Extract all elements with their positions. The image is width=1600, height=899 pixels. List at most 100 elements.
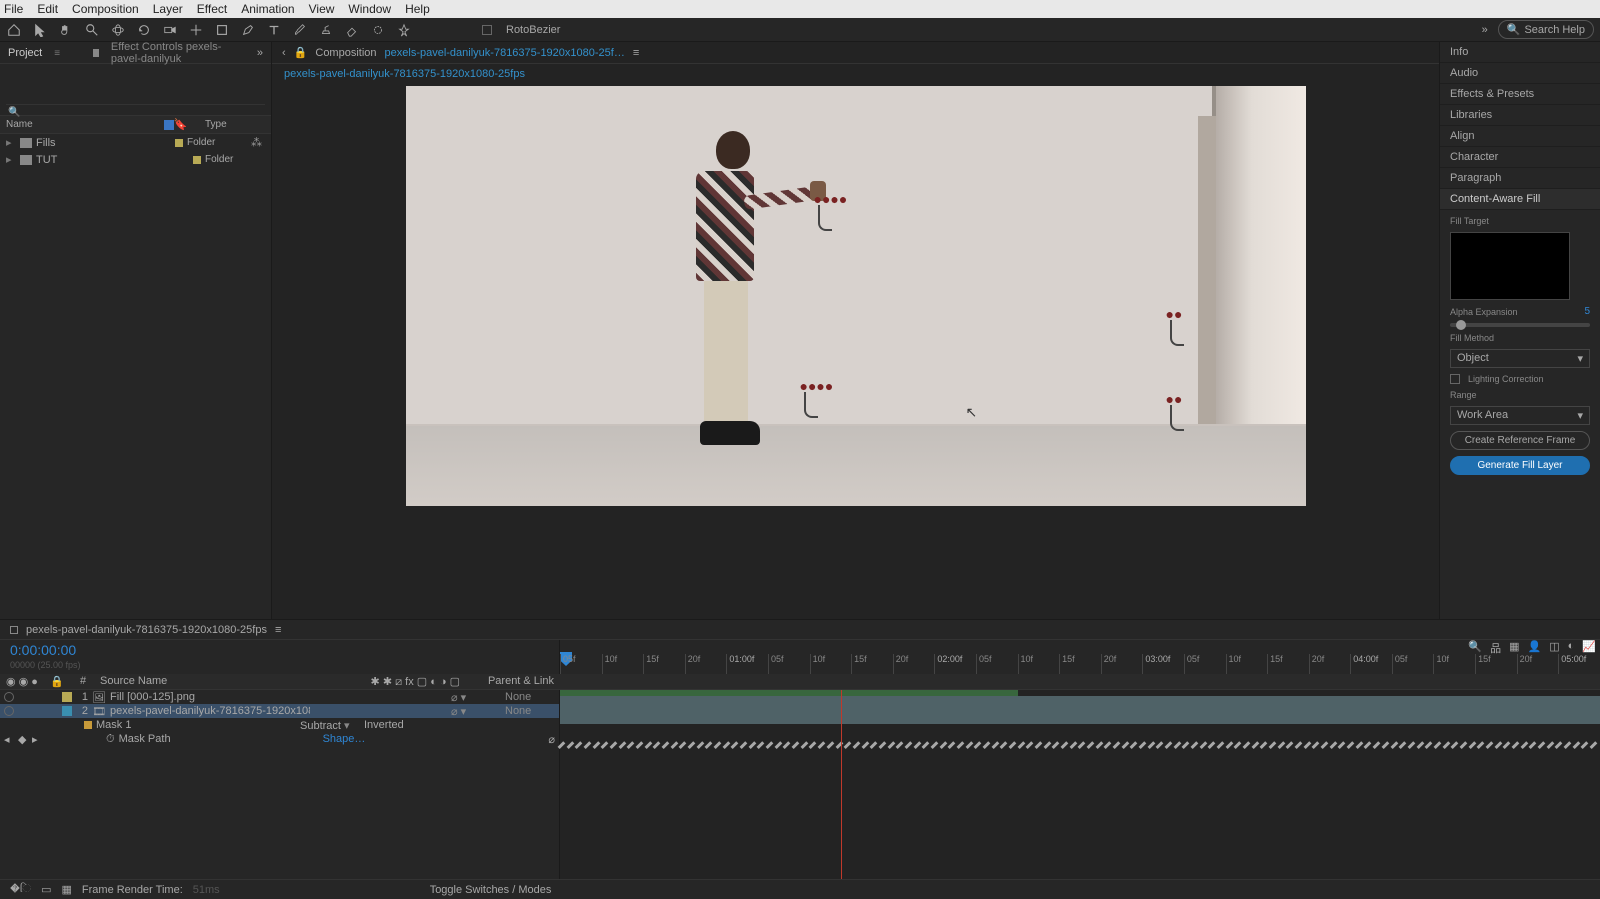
- panel-align[interactable]: Align: [1440, 126, 1600, 147]
- keyframe-diamond-icon[interactable]: [974, 741, 982, 749]
- label-color-icon[interactable]: [193, 156, 201, 164]
- keyframe-diamond-icon[interactable]: [1147, 741, 1155, 749]
- keyframe-diamond-icon[interactable]: [757, 741, 765, 749]
- keyframe-diamond-icon[interactable]: [1234, 741, 1242, 749]
- track-area[interactable]: [560, 690, 1600, 879]
- keyframe-diamond-icon[interactable]: [1130, 741, 1138, 749]
- keyframe-track[interactable]: [560, 738, 1600, 752]
- keyframe-diamond-icon[interactable]: [575, 741, 583, 749]
- visibility-toggle-icon[interactable]: [4, 706, 14, 716]
- ruler-tick[interactable]: 03:00f: [1142, 654, 1184, 674]
- toggle-switches-modes[interactable]: Toggle Switches / Modes: [430, 884, 552, 896]
- keyframe-diamond-icon[interactable]: [1251, 741, 1259, 749]
- keyframe-diamond-icon[interactable]: [618, 741, 626, 749]
- comp-flow-name[interactable]: pexels-pavel-danilyuk-7816375-1920x1080-…: [284, 68, 525, 80]
- ruler-tick[interactable]: 15f: [1475, 654, 1517, 674]
- keyframe-diamond-icon[interactable]: [1035, 741, 1043, 749]
- render-queue-icon[interactable]: [10, 626, 18, 634]
- timeline-tab-menu-icon[interactable]: ≡: [275, 624, 281, 636]
- composition-viewer[interactable]: ●●●● ●●●● ●● ●● ↖: [406, 86, 1306, 506]
- source-name-header[interactable]: Source Name: [100, 675, 167, 689]
- keyframe-diamond-icon[interactable]: [1078, 741, 1086, 749]
- keyframe-diamond-icon[interactable]: [1303, 741, 1311, 749]
- tab-project[interactable]: Project: [8, 47, 42, 59]
- caf-alpha-slider[interactable]: [1450, 323, 1590, 327]
- layer-name[interactable]: pexels-pavel-danilyuk-7816375-1920x1080-…: [110, 705, 310, 717]
- playhead-line[interactable]: [841, 690, 842, 879]
- keyframe-diamond-icon[interactable]: [1425, 741, 1433, 749]
- keyframe-diamond-icon[interactable]: [1546, 741, 1554, 749]
- ruler-tick[interactable]: 20f: [1101, 654, 1143, 674]
- time-ruler[interactable]: 05f10f15f20f01:00f05f10f15f20f02:00f05f1…: [560, 654, 1600, 674]
- keyframe-diamond-icon[interactable]: [1139, 741, 1147, 749]
- stopwatch-icon[interactable]: ⏱: [106, 733, 115, 746]
- keyframe-diamond-icon[interactable]: [1295, 741, 1303, 749]
- keyframe-diamond-icon[interactable]: [1286, 741, 1294, 749]
- workspace-chevrons-icon[interactable]: »: [1482, 24, 1488, 36]
- keyframe-diamond-icon[interactable]: [1338, 741, 1346, 749]
- keyframe-diamond-icon[interactable]: [714, 741, 722, 749]
- ruler-tick[interactable]: 15f: [1059, 654, 1101, 674]
- panel-effects-presets[interactable]: Effects & Presets: [1440, 84, 1600, 105]
- keyframe-diamond-icon[interactable]: [662, 741, 670, 749]
- timeline-tab[interactable]: pexels-pavel-danilyuk-7816375-1920x1080-…: [26, 624, 267, 636]
- keyframe-diamond-icon[interactable]: [852, 741, 860, 749]
- keyframe-diamond-icon[interactable]: [1199, 741, 1207, 749]
- keyframe-diamond-icon[interactable]: [1191, 741, 1199, 749]
- keyframe-diamond-icon[interactable]: [1529, 741, 1537, 749]
- keyframe-diamond-icon[interactable]: [627, 741, 635, 749]
- home-icon[interactable]: [6, 22, 22, 38]
- parent-none[interactable]: None: [505, 705, 555, 717]
- label-swatch-icon[interactable]: [164, 120, 174, 130]
- mask-path-row[interactable]: ◂ ◆ ▸ ⏱ Mask Path Shape… ⌀: [0, 732, 559, 746]
- ruler-tick[interactable]: 15f: [851, 654, 893, 674]
- keyframe-toggle-icon[interactable]: ◆: [18, 733, 28, 746]
- ruler-tick[interactable]: 10f: [1226, 654, 1268, 674]
- orbit-tool-icon[interactable]: [110, 22, 126, 38]
- brush-tool-icon[interactable]: [292, 22, 308, 38]
- menu-effect[interactable]: Effect: [197, 2, 227, 16]
- keyframe-diamond-icon[interactable]: [748, 741, 756, 749]
- mask-color-icon[interactable]: [84, 721, 92, 729]
- ruler-tick[interactable]: 02:00f: [934, 654, 976, 674]
- keyframe-diamond-icon[interactable]: [1208, 741, 1216, 749]
- keyframe-diamond-icon[interactable]: [584, 741, 592, 749]
- ruler-tick[interactable]: 15f: [643, 654, 685, 674]
- keyframe-diamond-icon[interactable]: [818, 741, 826, 749]
- menu-edit[interactable]: Edit: [37, 2, 58, 16]
- menu-file[interactable]: File: [4, 2, 23, 16]
- keyframe-diamond-icon[interactable]: [1416, 741, 1424, 749]
- menu-view[interactable]: View: [309, 2, 335, 16]
- keyframe-diamond-icon[interactable]: [965, 741, 973, 749]
- ruler-tick[interactable]: 20f: [1309, 654, 1351, 674]
- panel-character[interactable]: Character: [1440, 147, 1600, 168]
- keyframe-diamond-icon[interactable]: [870, 741, 878, 749]
- keyframe-diamond-icon[interactable]: [1399, 741, 1407, 749]
- keyframe-diamond-icon[interactable]: [670, 741, 678, 749]
- keyframe-diamond-icon[interactable]: [1165, 741, 1173, 749]
- ruler-tick[interactable]: 20f: [1517, 654, 1559, 674]
- ruler-tick[interactable]: 10f: [1433, 654, 1475, 674]
- current-time-display[interactable]: 0:00:00:00: [0, 640, 559, 660]
- keyframe-nav-prev-icon[interactable]: ◂: [4, 733, 14, 746]
- keyframe-diamond-icon[interactable]: [1260, 741, 1268, 749]
- layer-row-1[interactable]: 1 🖼 Fill [000-125].png ⌀ ▾ None: [0, 690, 559, 704]
- twirl-icon[interactable]: ▸: [6, 153, 16, 166]
- keyframe-diamond-icon[interactable]: [982, 741, 990, 749]
- ruler-tick[interactable]: 01:00f: [726, 654, 768, 674]
- timeline-footer-toggle-icon[interactable]: ▭: [41, 883, 51, 896]
- keyframe-diamond-icon[interactable]: [1347, 741, 1355, 749]
- rectangle-tool-icon[interactable]: [214, 22, 230, 38]
- hand-tool-icon[interactable]: [58, 22, 74, 38]
- keyframe-diamond-icon[interactable]: [1555, 741, 1563, 749]
- caf-lighting-checkbox[interactable]: [1450, 374, 1460, 384]
- keyframe-diamond-icon[interactable]: [1173, 741, 1181, 749]
- keyframe-diamond-icon[interactable]: [956, 741, 964, 749]
- comp-tab-name[interactable]: pexels-pavel-danilyuk-7816375-1920x1080-…: [385, 47, 625, 59]
- keyframe-diamond-icon[interactable]: [1243, 741, 1251, 749]
- keyframe-diamond-icon[interactable]: [1087, 741, 1095, 749]
- keyframe-diamond-icon[interactable]: [948, 741, 956, 749]
- keyframe-diamond-icon[interactable]: [1104, 741, 1112, 749]
- keyframe-diamond-icon[interactable]: [766, 741, 774, 749]
- keyframe-diamond-icon[interactable]: [1503, 741, 1511, 749]
